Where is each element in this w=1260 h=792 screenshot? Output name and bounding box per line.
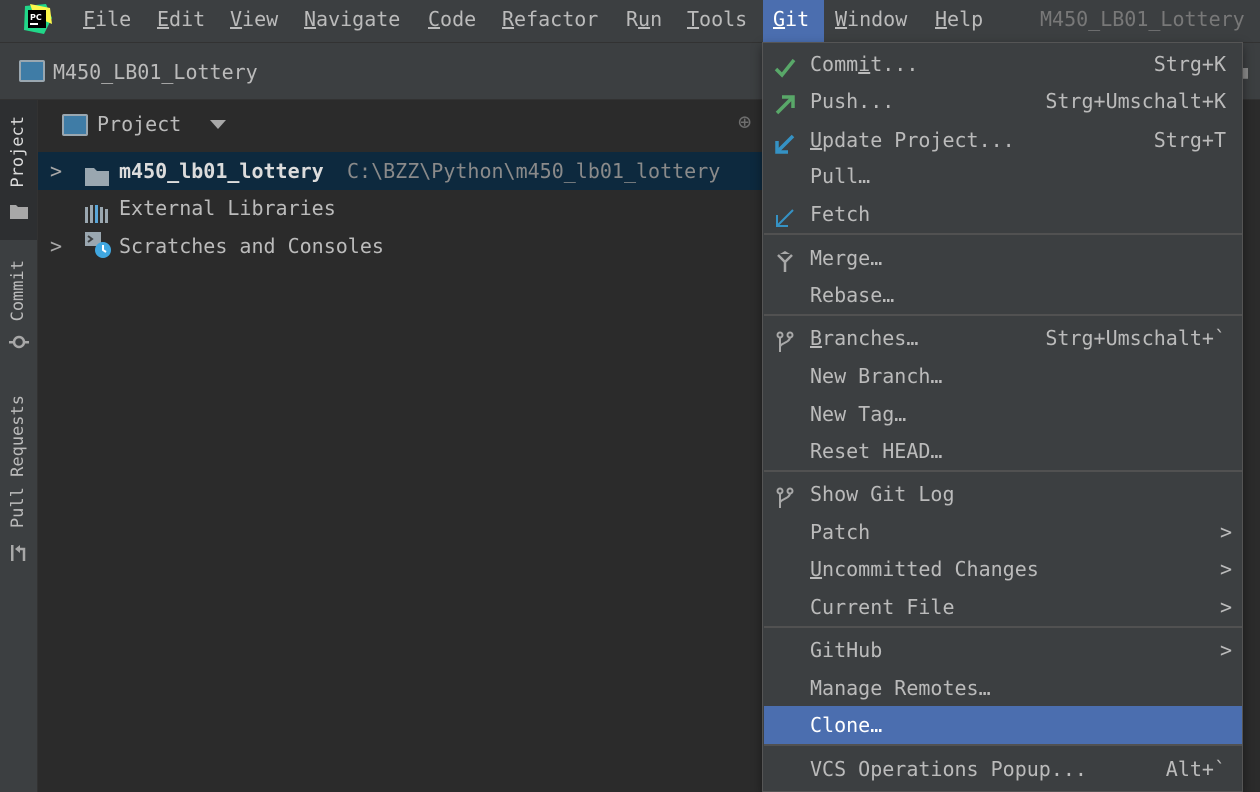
tree-row-project-root[interactable]: > m450_lb01_lottery C:\BZZ\Python\m450_l… — [38, 152, 762, 190]
git-menu-popup: Commit... Strg+K Push... Strg+Umschalt+K… — [762, 42, 1243, 792]
menu-refactor[interactable]: Refactor — [492, 0, 608, 42]
project-panel-header: Project ⊕ — [38, 100, 762, 148]
tab-commit[interactable]: Commit — [0, 248, 37, 358]
menu-bar: PC File Edit View Navigate Code Refactor… — [0, 0, 1260, 43]
update-arrow-icon — [774, 129, 796, 154]
scratches-icon — [84, 231, 111, 259]
menu-git[interactable]: Git — [763, 0, 824, 42]
menu-code[interactable]: Code — [418, 0, 486, 42]
menu-item-uncommitted-changes[interactable]: Uncommitted Changes > — [764, 550, 1242, 588]
pycharm-logo-icon: PC — [22, 4, 52, 34]
tab-pull-requests-label: Pull Requests — [8, 395, 28, 529]
menu-item-manage-remotes[interactable]: Manage Remotes… — [764, 669, 1242, 707]
shortcut-label: Strg+Umschalt+K — [1045, 89, 1226, 113]
menu-separator — [764, 470, 1242, 472]
tab-commit-label: Commit — [8, 260, 28, 322]
tree-row-scratches[interactable]: > Scratches and Consoles — [38, 227, 762, 265]
menu-item-new-branch[interactable]: New Branch… — [764, 357, 1242, 395]
menu-item-patch[interactable]: Patch > — [764, 513, 1242, 551]
project-view-icon — [62, 114, 88, 136]
menu-separator — [764, 626, 1242, 628]
chevron-right-icon: > — [1219, 557, 1232, 581]
commit-icon — [9, 332, 29, 352]
chevron-right-icon[interactable]: > — [50, 152, 62, 190]
tool-window-strip: Project Commit Pull Requests — [0, 100, 38, 792]
menu-item-fetch[interactable]: Fetch — [764, 195, 1242, 233]
menu-item-new-tag[interactable]: New Tag… — [764, 395, 1242, 433]
project-folder-icon — [19, 60, 45, 82]
shortcut-label: Alt+` — [1165, 757, 1226, 781]
chevron-right-icon: > — [1219, 520, 1232, 544]
shortcut-label: Strg+K — [1153, 52, 1226, 76]
shortcut-label: Strg+T — [1153, 128, 1226, 152]
menu-item-pull[interactable]: Pull… — [764, 157, 1242, 195]
chevron-right-icon[interactable]: > — [50, 227, 62, 265]
chevron-right-icon: > — [1219, 595, 1232, 619]
push-arrow-icon — [774, 90, 796, 115]
menu-tools[interactable]: Tools — [677, 0, 757, 42]
folder-icon — [84, 161, 110, 186]
chevron-down-icon[interactable] — [210, 120, 226, 129]
tree-row-external-libraries[interactable]: External Libraries — [38, 189, 762, 227]
menu-item-push[interactable]: Push... Strg+Umschalt+K — [764, 82, 1242, 120]
merge-icon — [774, 247, 796, 272]
toolbar-overflow-icon[interactable]: ▮ — [1240, 62, 1260, 83]
locate-target-icon[interactable]: ⊕ — [738, 112, 760, 134]
tab-pull-requests[interactable]: Pull Requests — [0, 385, 37, 570]
menu-item-merge[interactable]: Merge… — [764, 239, 1242, 277]
libraries-icon — [84, 198, 110, 223]
folder-icon — [9, 202, 29, 222]
project-view-title[interactable]: Project — [97, 100, 181, 148]
fetch-arrow-icon — [774, 203, 796, 227]
menu-help[interactable]: Help — [925, 0, 993, 42]
menu-item-clone[interactable]: Clone… — [764, 706, 1242, 744]
menu-item-branches[interactable]: Branches… Strg+Umschalt+` — [764, 319, 1242, 357]
tree-label: External Libraries — [119, 196, 336, 220]
menu-separator — [764, 233, 1242, 235]
menu-edit[interactable]: Edit — [147, 0, 215, 42]
pull-request-icon — [9, 543, 29, 563]
menu-item-vcs-operations-popup[interactable]: VCS Operations Popup... Alt+` — [764, 750, 1242, 788]
breadcrumb-project[interactable]: M450_LB01_Lottery — [53, 43, 258, 101]
menu-item-current-file[interactable]: Current File > — [764, 588, 1242, 626]
window-title: M450_LB01_Lottery — [1040, 7, 1245, 31]
tree-label: Scratches and Consoles — [119, 234, 384, 258]
menu-item-reset-head[interactable]: Reset HEAD… — [764, 432, 1242, 470]
menu-item-rebase[interactable]: Rebase… — [764, 276, 1242, 314]
tree-label: m450_lb01_lottery — [119, 159, 324, 183]
shortcut-label: Strg+Umschalt+` — [1045, 326, 1226, 350]
menu-file[interactable]: File — [73, 0, 141, 42]
checkmark-icon — [774, 53, 796, 78]
menu-view[interactable]: View — [220, 0, 288, 42]
menu-run[interactable]: Run — [616, 0, 672, 42]
branch-icon — [774, 327, 796, 352]
tree-path: C:\BZZ\Python\m450_lb01_lottery — [347, 159, 721, 183]
menu-item-show-git-log[interactable]: Show Git Log — [764, 475, 1242, 513]
menu-window[interactable]: Window — [825, 0, 917, 42]
tab-project-label: Project — [8, 116, 28, 188]
menu-item-github[interactable]: GitHub > — [764, 631, 1242, 669]
svg-text:PC: PC — [30, 13, 42, 22]
menu-item-update-project[interactable]: Update Project... Strg+T — [764, 121, 1242, 159]
tab-project[interactable]: Project — [0, 100, 37, 240]
git-log-icon — [774, 483, 796, 508]
menu-separator — [764, 314, 1242, 316]
menu-item-commit[interactable]: Commit... Strg+K — [764, 45, 1242, 83]
menu-navigate[interactable]: Navigate — [294, 0, 410, 42]
chevron-right-icon: > — [1219, 638, 1232, 662]
menu-separator — [764, 744, 1242, 746]
